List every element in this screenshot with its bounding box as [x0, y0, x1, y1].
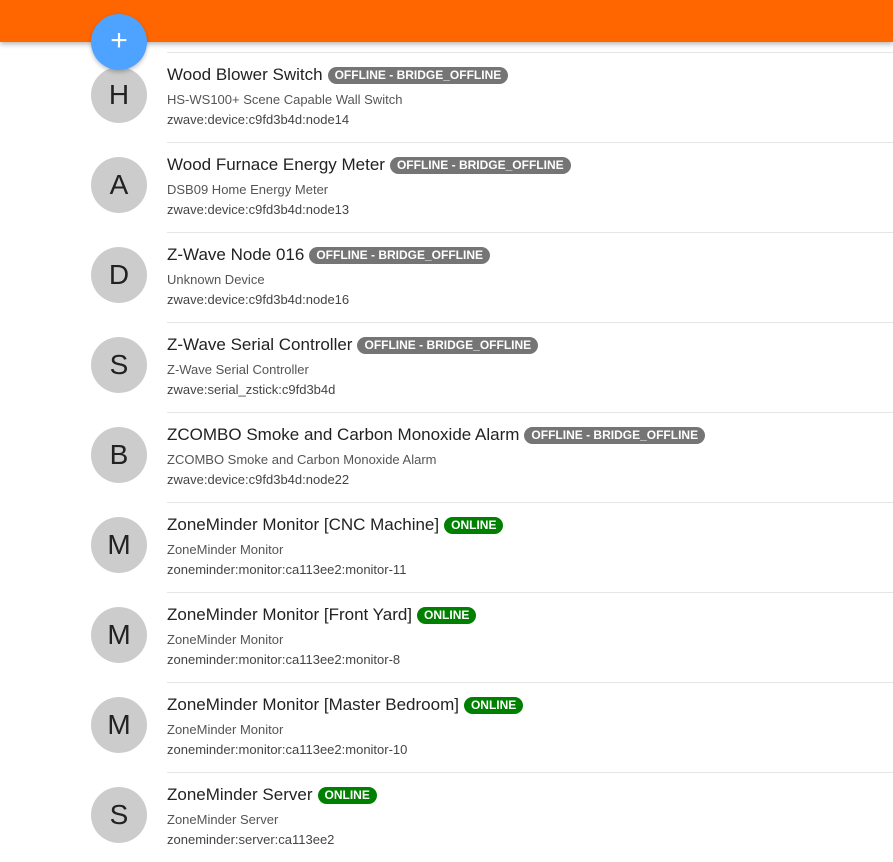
thing-list-item[interactable]: M ZoneMinder Monitor [Master Bedroom] ONLI… — [0, 682, 893, 772]
status-badge: OFFLINE - BRIDGE_OFFLINE — [389, 156, 571, 174]
thing-list-item[interactable]: M ZoneMinder Monitor [CNC Machine] ONLINE Z… — [0, 502, 893, 592]
thing-title: ZoneMinder Monitor [Master Bedroom] ONLIN… — [167, 695, 524, 715]
thing-uid: zwave:device:c9fd3b4d:node22 — [167, 472, 350, 487]
thing-type: ZoneMinder Monitor — [167, 632, 284, 647]
thing-type: ZCOMBO Smoke and Carbon Monoxide Alarm — [167, 452, 437, 467]
thing-name: ZoneMinder Monitor [Front Yard] — [167, 605, 413, 624]
status-badge: ONLINE — [317, 786, 377, 804]
thing-type: Unknown Device — [167, 272, 265, 287]
thing-name: Z-Wave Serial Controller — [167, 335, 353, 354]
thing-name: ZoneMinder Server — [167, 785, 313, 804]
avatar: D — [91, 247, 147, 303]
thing-title: ZoneMinder Server ONLINE — [167, 785, 377, 805]
thing-type: HS-WS100+ Scene Capable Wall Switch — [167, 92, 403, 107]
status-badge: OFFLINE - BRIDGE_OFFLINE — [524, 426, 706, 444]
thing-name: Wood Furnace Energy Meter — [167, 155, 385, 174]
avatar: M — [91, 697, 147, 753]
thing-type: ZoneMinder Monitor — [167, 542, 284, 557]
thing-list-item[interactable]: S ZoneMinder Server ONLINE ZoneMinder Serve… — [0, 772, 893, 862]
add-thing-button[interactable]: + — [91, 14, 147, 70]
status-badge: OFFLINE - BRIDGE_OFFLINE — [327, 66, 509, 84]
divider — [167, 682, 893, 683]
thing-name: ZoneMinder Monitor [CNC Machine] — [167, 515, 440, 534]
thing-title: ZCOMBO Smoke and Carbon Monoxide Alarm OF… — [167, 425, 706, 445]
thing-uid: zwave:device:c9fd3b4d:node14 — [167, 112, 350, 127]
thing-title: Z-Wave Serial Controller OFFLINE - BRIDGE… — [167, 335, 539, 355]
plus-icon: + — [110, 24, 128, 57]
things-list: H Wood Blower Switch OFFLINE - BRIDGE_OFFL… — [0, 52, 893, 862]
avatar: S — [91, 787, 147, 843]
thing-uid: zwave:device:c9fd3b4d:node16 — [167, 292, 350, 307]
thing-name: ZoneMinder Monitor [Master Bedroom] — [167, 695, 459, 714]
avatar: A — [91, 157, 147, 213]
divider — [167, 322, 893, 323]
avatar: M — [91, 607, 147, 663]
thing-name: Z-Wave Node 016 — [167, 245, 305, 264]
thing-title: Wood Blower Switch OFFLINE - BRIDGE_OFFLI… — [167, 65, 509, 85]
divider — [167, 592, 893, 593]
divider — [167, 232, 893, 233]
divider — [167, 412, 893, 413]
thing-title: Z-Wave Node 016 OFFLINE - BRIDGE_OFFLINE — [167, 245, 490, 265]
divider — [167, 502, 893, 503]
avatar: M — [91, 517, 147, 573]
avatar: B — [91, 427, 147, 483]
status-badge: ONLINE — [417, 606, 477, 624]
thing-title: Wood Furnace Energy Meter OFFLINE - BRIDG… — [167, 155, 571, 175]
thing-uid: zwave:device:c9fd3b4d:node13 — [167, 202, 350, 217]
status-badge: ONLINE — [463, 696, 524, 714]
thing-name: ZCOMBO Smoke and Carbon Monoxide Alarm — [167, 425, 520, 444]
divider — [167, 772, 893, 773]
thing-name: Wood Blower Switch — [167, 65, 323, 84]
thing-type: DSB09 Home Energy Meter — [167, 182, 329, 197]
thing-uid: zoneminder:monitor:ca113ee2:monitor-11 — [167, 562, 407, 577]
thing-type: ZoneMinder Monitor — [167, 722, 284, 737]
thing-title: ZoneMinder Monitor [Front Yard] ONLINE — [167, 605, 477, 625]
thing-uid: zoneminder:monitor:ca113ee2:monitor-10 — [167, 742, 408, 757]
avatar: S — [91, 337, 147, 393]
thing-list-item[interactable]: B ZCOMBO Smoke and Carbon Monoxide Alarm O… — [0, 412, 893, 502]
divider — [167, 142, 893, 143]
status-badge: OFFLINE - BRIDGE_OFFLINE — [309, 246, 490, 264]
thing-type: ZoneMinder Server — [167, 812, 279, 827]
status-badge: ONLINE — [444, 516, 504, 534]
thing-list-item[interactable]: S Z-Wave Serial Controller OFFLINE - BRIDG… — [0, 322, 893, 412]
thing-uid: zoneminder:monitor:ca113ee2:monitor-8 — [167, 652, 401, 667]
avatar: H — [91, 67, 147, 123]
thing-list-item[interactable]: A Wood Furnace Energy Meter OFFLINE - BRID… — [0, 142, 893, 232]
thing-list-item[interactable]: D Z-Wave Node 016 OFFLINE - BRIDGE_OFFLINE… — [0, 232, 893, 322]
divider — [167, 52, 893, 53]
status-badge: OFFLINE - BRIDGE_OFFLINE — [357, 336, 539, 354]
thing-list-item[interactable]: M ZoneMinder Monitor [Front Yard] ONLINE Zo… — [0, 592, 893, 682]
thing-title: ZoneMinder Monitor [CNC Machine] ONLINE — [167, 515, 504, 535]
thing-uid: zwave:serial_zstick:c9fd3b4d — [167, 382, 336, 397]
thing-type: Z-Wave Serial Controller — [167, 362, 309, 377]
